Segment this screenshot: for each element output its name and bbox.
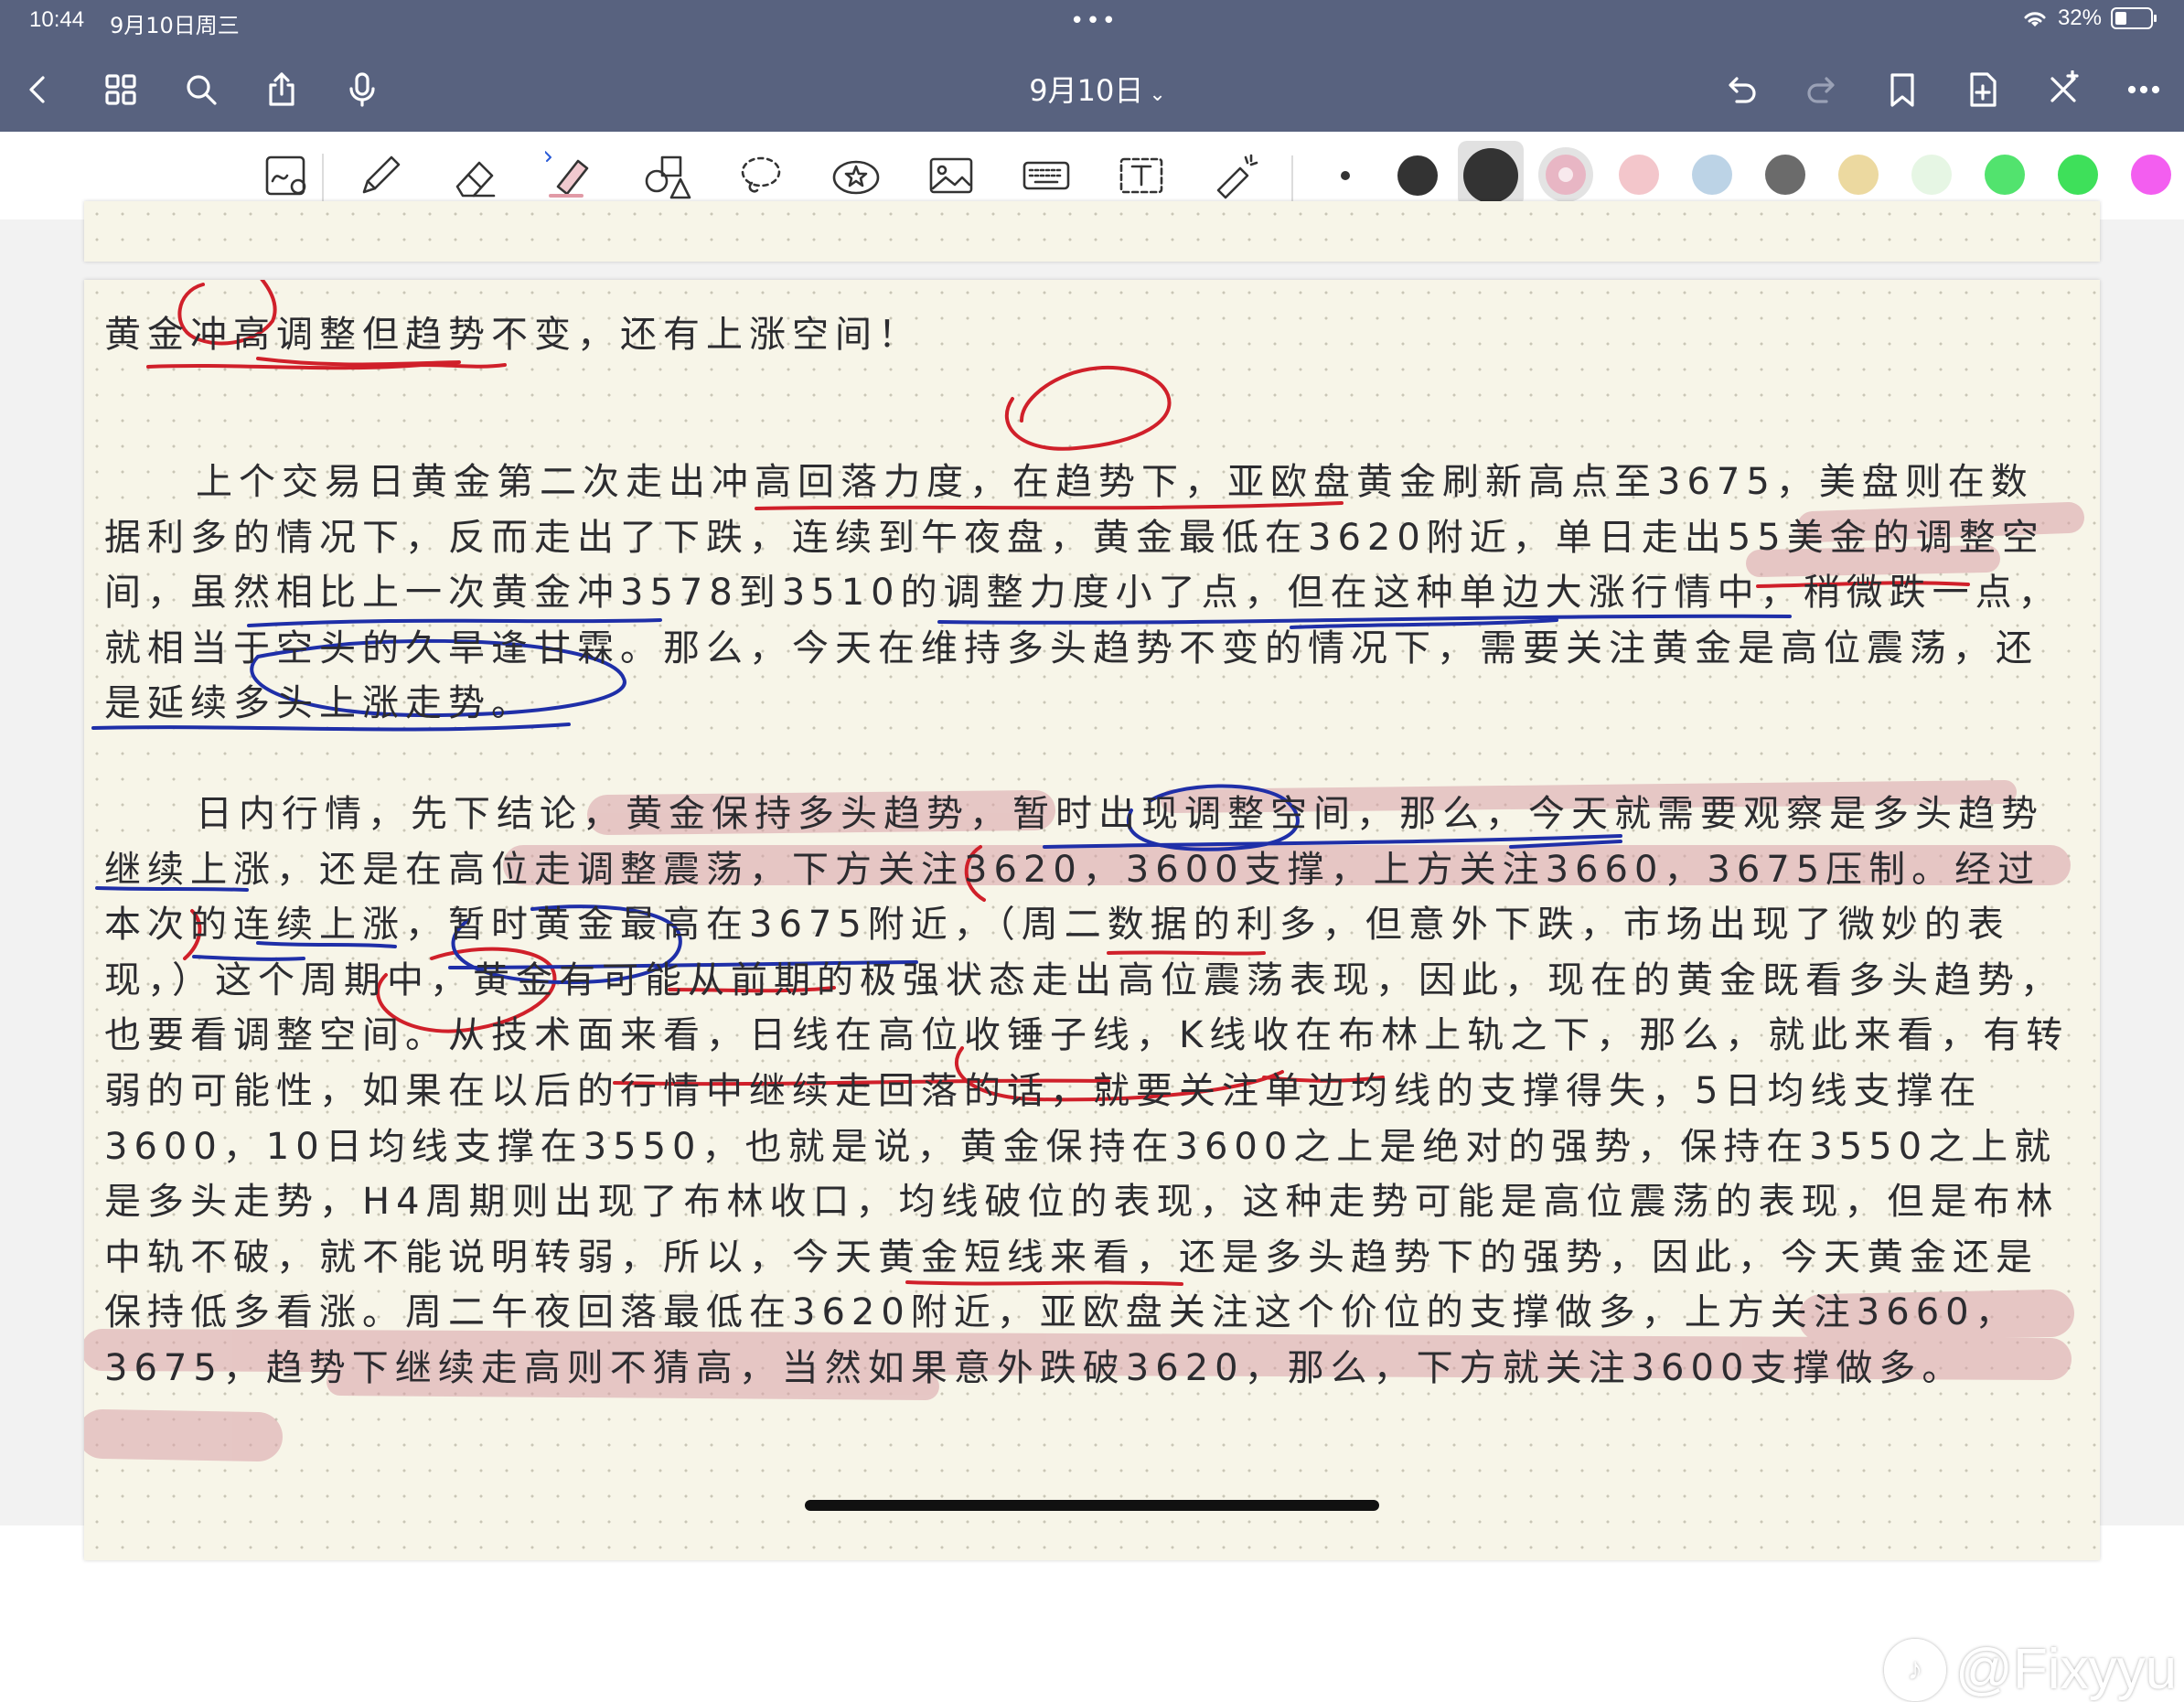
close-toolbar-icon <box>2050 70 2079 102</box>
sticker-tool[interactable] <box>829 148 883 203</box>
watermark-logo: ♪ <box>1884 1638 1946 1701</box>
search-icon <box>187 75 217 105</box>
note-heading: 黄金冲高调整但趋势不变，还有上涨空间！ <box>104 314 921 356</box>
share-button[interactable] <box>258 66 305 113</box>
redo-button[interactable] <box>1798 66 1846 113</box>
stroke-size-large[interactable] <box>1463 148 1518 203</box>
hide-toolbar-button[interactable] <box>2039 66 2087 113</box>
selected-color-indicator <box>1558 167 1573 182</box>
highlighter-icon <box>545 151 589 198</box>
battery-fill <box>2115 12 2126 25</box>
laser-pointer-icon <box>1216 154 1258 199</box>
image-icon <box>929 157 973 194</box>
microphone-icon <box>349 72 375 107</box>
document-title-button[interactable]: 9月10日 ⌄ <box>1006 68 1189 110</box>
color-swatch[interactable] <box>1692 155 1732 195</box>
undo-button[interactable] <box>1718 66 1765 113</box>
battery-percent: 32% <box>2057 5 2102 30</box>
highlighter-tool[interactable] <box>543 148 598 203</box>
eraser-icon <box>455 161 496 198</box>
battery-icon <box>2111 7 2157 29</box>
grid-icon <box>105 74 136 105</box>
text-box-tool[interactable] <box>1114 148 1169 203</box>
status-indicators: 32% <box>2021 5 2157 31</box>
back-icon <box>29 76 45 103</box>
add-page-button[interactable] <box>1959 66 2007 113</box>
red-circle <box>1005 365 1172 451</box>
lasso-tool[interactable] <box>733 148 788 203</box>
color-swatch[interactable] <box>1985 155 2025 195</box>
pen-icon <box>362 155 401 194</box>
ai-lasso-tool[interactable] <box>260 148 315 203</box>
stroke-size-small[interactable] <box>1341 171 1350 180</box>
grid-view-button[interactable] <box>97 66 145 113</box>
toolbar-divider <box>322 154 324 201</box>
chevron-down-icon: ⌄ <box>1149 83 1166 106</box>
wifi-icon <box>2024 12 2046 27</box>
sticker-icon <box>832 160 880 195</box>
more-icon <box>2127 85 2160 94</box>
color-swatch[interactable] <box>1619 155 1659 195</box>
color-swatch[interactable] <box>2131 155 2171 195</box>
keyboard-tool[interactable] <box>1019 148 1074 203</box>
note-paragraph-1: 上个交易日黄金第二次走出冲高回落力度，在趋势下，亚欧盘黄金刷新高点至3675，美… <box>104 461 2061 725</box>
text-box-icon <box>1119 157 1163 194</box>
multitask-dots[interactable]: ••• <box>1070 7 1118 35</box>
pen-tool[interactable] <box>353 148 408 203</box>
lasso-ai-icon <box>265 155 306 196</box>
bookmark-icon <box>1890 73 1914 107</box>
more-button[interactable] <box>2120 66 2168 113</box>
lasso-icon <box>741 156 781 193</box>
toolbar-divider <box>1291 155 1293 201</box>
microphone-button[interactable] <box>338 66 386 113</box>
previous-page[interactable] <box>84 201 2100 262</box>
eraser-tool[interactable] <box>448 148 503 203</box>
redo-icon <box>1807 77 1835 103</box>
keyboard-icon <box>1022 161 1070 190</box>
watermark-text: @Fixyyu <box>1955 1638 2178 1701</box>
note-paragraph-2: 日内行情，先下结论，黄金保持多头趋势，暂时出现调整空间，那么，今天就需要观察是多… <box>104 793 2070 1389</box>
share-icon <box>269 72 294 106</box>
status-time: 10:44 <box>29 7 85 32</box>
bookmark-button[interactable] <box>1879 66 1926 113</box>
color-swatch[interactable] <box>1838 155 1879 195</box>
search-button[interactable] <box>177 66 225 113</box>
navigation-bar: 10:44 9月10日周三 ••• 32% 9月10日 ⌄ <box>0 0 2184 132</box>
back-button[interactable] <box>15 66 62 113</box>
note-page[interactable]: 黄金冲高调整但趋势不变，还有上涨空间！ 上个交易日黄金第二次走出冲高回落力度，在… <box>84 280 2100 1560</box>
home-indicator[interactable] <box>805 1500 1379 1511</box>
shapes-tool[interactable] <box>638 148 693 203</box>
red-underline <box>146 362 507 370</box>
add-page-icon <box>1970 72 1997 107</box>
highlight-stroke <box>84 1409 283 1461</box>
shapes-icon <box>645 155 691 199</box>
stroke-size-medium[interactable] <box>1397 155 1438 196</box>
laser-pointer-tool[interactable] <box>1209 148 1264 203</box>
watermark: ♪ @Fixyyu <box>1884 1637 2177 1702</box>
status-date: 9月10日周三 <box>110 13 240 38</box>
document-title: 9月10日 <box>1029 73 1144 108</box>
color-swatch[interactable] <box>1911 155 1952 195</box>
color-swatch[interactable] <box>1546 155 1586 195</box>
color-swatch[interactable] <box>2058 155 2098 195</box>
notebook-canvas[interactable]: 黄金冲高调整但趋势不变，还有上涨空间！ 上个交易日黄金第二次走出冲高回落力度，在… <box>0 201 2184 1701</box>
image-tool[interactable] <box>924 148 979 203</box>
color-swatch[interactable] <box>1765 155 1805 195</box>
undo-icon <box>1729 77 1756 103</box>
status-bar: 10:44 9月10日周三 ••• 32% <box>0 0 2184 44</box>
